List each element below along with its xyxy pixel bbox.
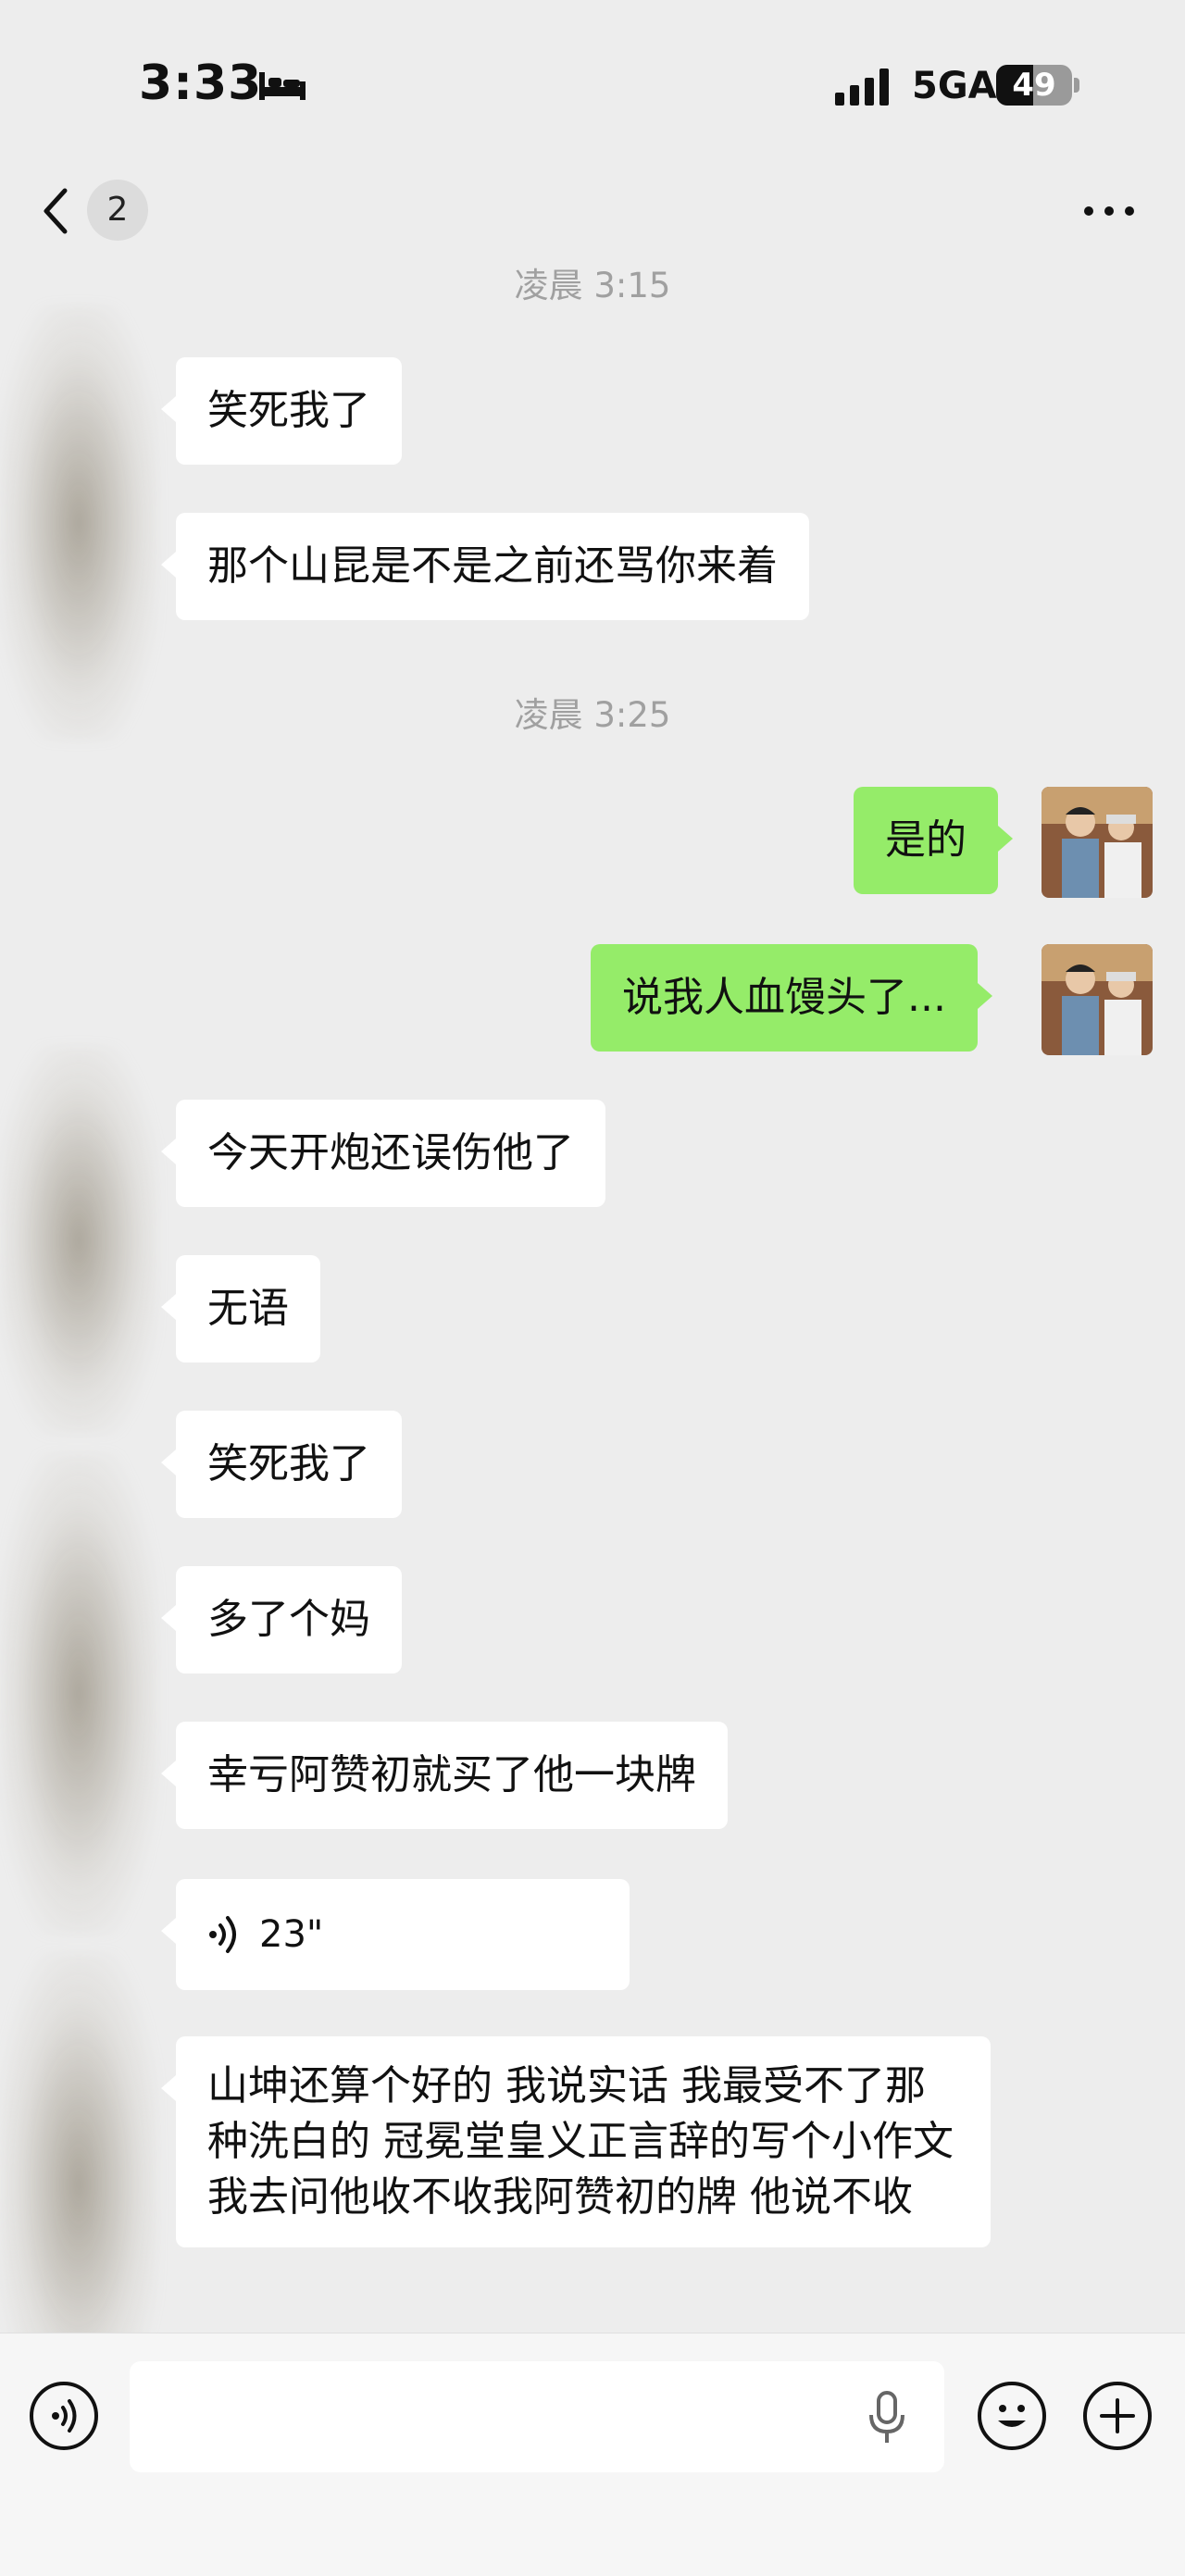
more-icon[interactable]: [1079, 183, 1139, 239]
message-input[interactable]: [130, 2361, 944, 2472]
incoming-message[interactable]: 幸亏阿赞初就买了他一块牌: [161, 1722, 728, 1829]
incoming-message[interactable]: 那个山昆是不是之前还骂你来着: [161, 513, 809, 620]
unread-count-badge[interactable]: 2: [87, 180, 148, 241]
incoming-message[interactable]: 多了个妈: [161, 1566, 402, 1674]
voice-mode-icon: [52, 2399, 77, 2433]
incoming-message[interactable]: 笑死我了: [161, 357, 402, 465]
outgoing-message[interactable]: 是的: [854, 787, 1013, 894]
outgoing-message[interactable]: 说我人血馒头了...: [591, 944, 992, 1052]
input-bar: [0, 2333, 1185, 2576]
status-bar: 3:33 5GA 49: [0, 0, 1185, 157]
voice-mode-button[interactable]: [30, 2382, 98, 2450]
signal-icon: [835, 68, 889, 106]
chat-message-list[interactable]: 凌晨 3:15 笑死我了 那个山昆是不是之前还骂你来着 凌晨 3:25 是的 说…: [0, 266, 1185, 2416]
voice-icon: [209, 1916, 236, 1953]
contact-avatar[interactable]: [0, 1046, 157, 1435]
status-time: 3:33: [139, 56, 263, 111]
emoji-button[interactable]: [978, 2382, 1046, 2450]
emoji-icon: [998, 2405, 1026, 2427]
contact-avatar[interactable]: [0, 305, 157, 740]
chat-header: 2: [0, 157, 1185, 268]
voice-message[interactable]: 23": [161, 1879, 630, 1990]
incoming-message[interactable]: 无语: [161, 1255, 320, 1363]
my-avatar[interactable]: [1042, 787, 1153, 898]
incoming-message[interactable]: 笑死我了: [161, 1411, 402, 1518]
plus-button[interactable]: [1083, 2382, 1152, 2450]
my-avatar[interactable]: [1042, 944, 1153, 1055]
back-icon[interactable]: [37, 183, 74, 239]
battery-icon: 49: [996, 65, 1072, 106]
contact-avatar[interactable]: [0, 1453, 157, 1935]
incoming-message[interactable]: 今天开炮还误伤他了: [161, 1100, 605, 1207]
incoming-message[interactable]: 山坤还算个好的 我说实话 我最受不了那种洗白的 冠冕堂皇义正言辞的写个小作文 我…: [161, 2036, 991, 2247]
bed-icon: [259, 72, 306, 100]
plus-icon: [1100, 2398, 1135, 2433]
voice-duration: 23": [259, 1913, 324, 1956]
mic-icon[interactable]: [866, 2391, 908, 2445]
battery-tip: [1074, 78, 1079, 93]
network-type: 5GA: [912, 65, 997, 107]
timestamp: 凌晨 3:15: [514, 266, 671, 305]
battery-percent: 49: [1012, 67, 1056, 104]
timestamp: 凌晨 3:25: [514, 695, 671, 735]
